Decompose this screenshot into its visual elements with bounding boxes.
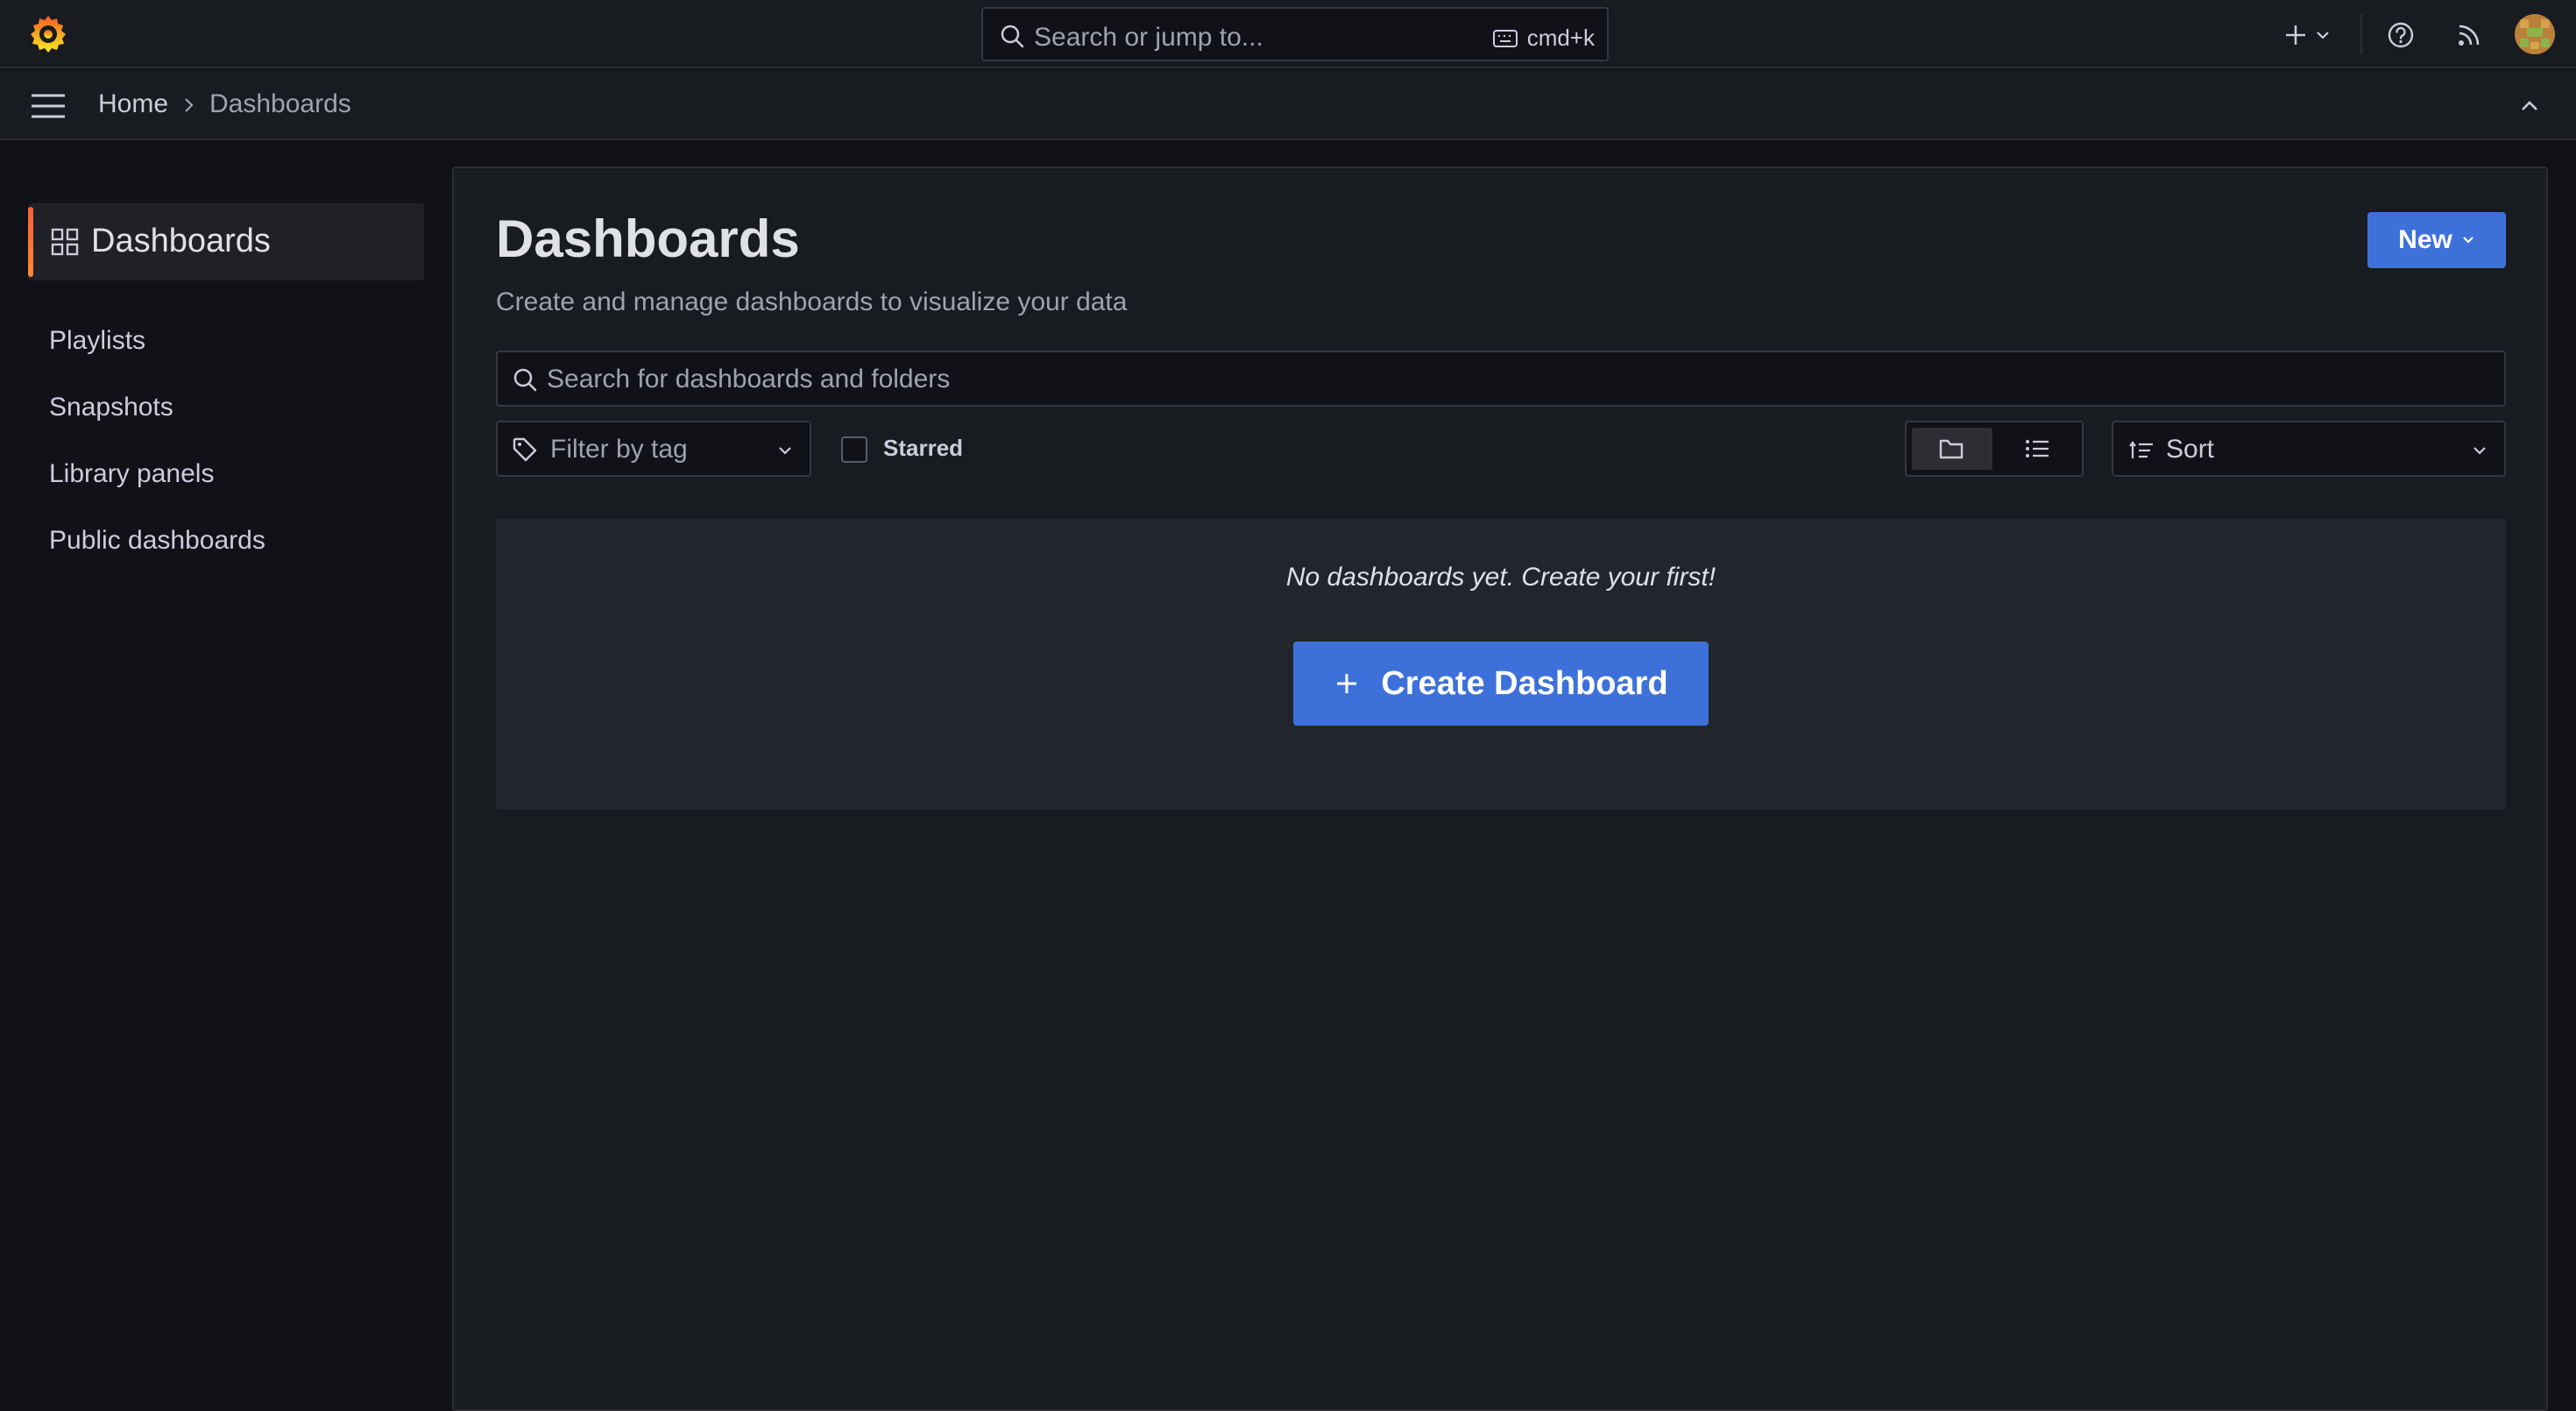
create-dashboard-button[interactable]: Create Dashboard xyxy=(1293,642,1709,726)
sidebar-active-label: Dashboards xyxy=(91,223,271,259)
tag-filter-placeholder: Filter by tag xyxy=(550,435,688,464)
search-icon xyxy=(1001,25,1024,48)
sidebar-item-dashboards[interactable]: Dashboards xyxy=(28,203,424,280)
section-nav: Dashboards Playlists Snapshots Library p… xyxy=(0,142,452,1399)
main-panel: Dashboards Create and manage dashboards … xyxy=(452,167,2548,1411)
chevron-down-icon xyxy=(2473,447,2486,455)
topbar-divider xyxy=(2360,14,2362,54)
plus-icon xyxy=(2286,25,2305,45)
view-toggle xyxy=(1905,421,2084,477)
new-button[interactable]: New xyxy=(2367,212,2506,268)
page-title: Dashboards xyxy=(496,209,800,268)
add-new-dropdown[interactable] xyxy=(2310,18,2336,53)
sort-select[interactable]: Sort xyxy=(2112,421,2506,477)
sidebar-item-playlists[interactable]: Playlists xyxy=(49,326,145,356)
sidebar-item-library-panels[interactable]: Library panels xyxy=(49,459,214,489)
shortcut-hint: cmd+k xyxy=(1492,25,1595,52)
search-icon xyxy=(513,368,537,392)
chevron-down-icon xyxy=(2463,237,2473,244)
chevron-up-icon[interactable] xyxy=(2516,93,2543,119)
menu-icon[interactable] xyxy=(30,91,67,121)
keyboard-icon xyxy=(1492,29,1518,47)
avatar-icon xyxy=(2515,14,2555,54)
list-icon[interactable] xyxy=(2024,438,2050,459)
chevron-down-icon xyxy=(779,447,791,455)
breadcrumb-bar: Home Dashboards xyxy=(0,70,2576,140)
dashboard-search-input[interactable]: Search for dashboards and folders xyxy=(496,351,2506,407)
dashboard-search-placeholder: Search for dashboards and folders xyxy=(547,365,951,394)
user-avatar[interactable] xyxy=(2515,14,2555,54)
sidebar-item-snapshots[interactable]: Snapshots xyxy=(49,393,173,422)
new-button-label: New xyxy=(2398,225,2452,254)
sort-icon xyxy=(2129,441,2153,458)
starred-label[interactable]: Starred xyxy=(883,435,963,462)
grid-icon xyxy=(51,228,79,256)
folder-icon[interactable] xyxy=(1938,436,1964,461)
add-new-button[interactable] xyxy=(2278,18,2313,53)
breadcrumb-current: Dashboards xyxy=(209,89,351,118)
chevron-right-icon xyxy=(185,98,194,112)
news-button[interactable] xyxy=(2452,18,2487,53)
rss-icon xyxy=(2459,25,2480,46)
help-icon xyxy=(2388,22,2414,48)
create-dashboard-label: Create Dashboard xyxy=(1381,664,1668,702)
tag-icon xyxy=(513,437,537,462)
sort-label: Sort xyxy=(2166,435,2215,464)
top-search-input[interactable]: Search or jump to... cmd+k xyxy=(981,7,1609,61)
chevron-down-icon xyxy=(2317,32,2329,39)
grafana-logo-icon[interactable] xyxy=(26,12,70,56)
top-bar: Search or jump to... cmd+k xyxy=(0,0,2576,68)
plus-icon xyxy=(1337,674,1357,693)
breadcrumb-home[interactable]: Home xyxy=(98,89,168,119)
page-subtitle: Create and manage dashboards to visualiz… xyxy=(496,287,1128,316)
starred-checkbox[interactable] xyxy=(841,436,867,463)
empty-state-message: No dashboards yet. Create your first! xyxy=(1285,563,1716,592)
empty-state: No dashboards yet. Create your first! Cr… xyxy=(496,519,2506,810)
tag-filter-select[interactable]: Filter by tag xyxy=(496,421,811,477)
top-search-placeholder: Search or jump to... xyxy=(1034,23,1263,52)
shortcut-text: cmd+k xyxy=(1526,25,1595,51)
help-button[interactable] xyxy=(2383,18,2418,53)
sidebar-item-public-dashboards[interactable]: Public dashboards xyxy=(49,526,265,556)
